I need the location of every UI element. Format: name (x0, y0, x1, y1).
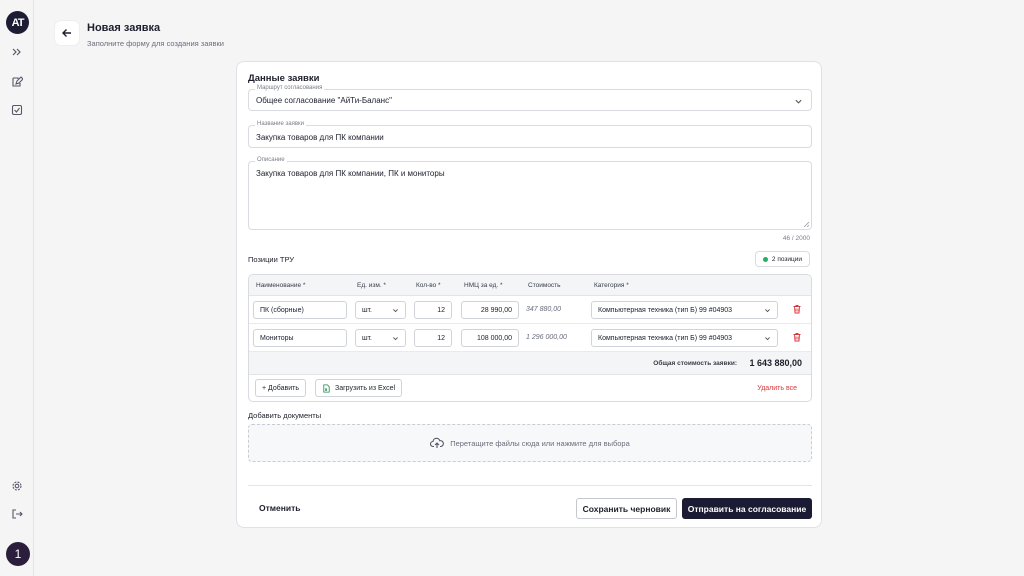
route-label: Маршрут согласования (255, 85, 325, 91)
route-select[interactable]: Маршрут согласования Общее согласование … (248, 85, 812, 111)
positions-count-badge: 2 позиции (754, 251, 810, 267)
col-cost: Стоимость (528, 282, 561, 289)
col-price: НМЦ за ед. * (464, 282, 503, 289)
position-name-input[interactable]: ПК (сборные) (253, 301, 347, 319)
route-value: Общее согласование "АйТи-Баланс" (256, 96, 392, 105)
positions-title: Позиции ТРУ (248, 255, 295, 264)
gear-icon[interactable] (9, 478, 25, 494)
cost-value: 347 880,00 (526, 306, 562, 313)
col-name: Наименование * (256, 282, 306, 289)
col-category: Категория * (594, 282, 629, 289)
category-select[interactable]: Компьютерная техника (тип Б) 99 #04903 (591, 301, 778, 319)
cancel-button[interactable]: Отменить (259, 503, 301, 513)
arrow-left-icon (62, 29, 71, 37)
back-button[interactable] (55, 21, 79, 45)
upload-excel-button[interactable]: Загрузить из Excel (315, 379, 403, 397)
quantity-input[interactable]: 12 (414, 329, 452, 347)
request-name-field[interactable]: Название заявки Закупка товаров для ПК к… (248, 121, 812, 148)
description-label: Описание (255, 157, 287, 163)
documents-title: Добавить документы (248, 411, 322, 420)
trash-icon[interactable] (792, 332, 802, 342)
price-input[interactable]: 108 000,00 (461, 329, 519, 347)
resize-handle[interactable] (803, 221, 809, 227)
chevrons-right-icon[interactable] (9, 44, 25, 60)
chevron-down-icon (765, 337, 770, 341)
table-row: ПК (сборные) шт. 12 28 990,00 347 880,00… (249, 296, 811, 324)
file-dropzone[interactable]: Перетащите файлы сюда или нажмите для вы… (248, 424, 812, 462)
add-position-button[interactable]: + Добавить (255, 379, 306, 397)
status-dot-icon (762, 256, 768, 262)
sidebar: AT 1 (0, 0, 34, 576)
unit-select[interactable]: шт. (355, 301, 406, 319)
description-field[interactable]: Описание Закупка товаров для ПК компании… (248, 157, 812, 230)
save-draft-button[interactable]: Сохранить черновик (576, 498, 677, 519)
edit-icon[interactable] (9, 74, 25, 90)
checkbox-icon[interactable] (9, 102, 25, 118)
quantity-input[interactable]: 12 (414, 301, 452, 319)
unit-value: шт. (362, 306, 372, 314)
avatar[interactable]: 1 (6, 542, 30, 566)
description-counter: 46 / 2000 (782, 235, 810, 242)
upload-excel-label: Загрузить из Excel (335, 384, 396, 392)
cost-value: 1 296 000,00 (526, 334, 567, 341)
total-label: Общая стоимость заявки: (653, 360, 737, 367)
chevron-down-icon (765, 309, 770, 313)
request-name-value: Закупка товаров для ПК компании (256, 133, 384, 142)
positions-table: Наименование * Ед. изм. * Кол-во * НМЦ з… (248, 274, 812, 402)
page-subtitle: Заполните форму для создания заявки (87, 39, 224, 48)
chevron-down-icon (795, 99, 802, 104)
total-row: Общая стоимость заявки: 1 643 880,00 (249, 352, 811, 375)
table-row: Мониторы шт. 12 108 000,00 1 296 000,00 … (249, 324, 811, 352)
upload-cloud-icon (430, 437, 445, 448)
table-header: Наименование * Ед. изм. * Кол-во * НМЦ з… (249, 275, 811, 296)
col-qty: Кол-во * (416, 282, 441, 289)
chevron-down-icon (393, 337, 398, 341)
description-value: Закупка товаров для ПК компании, ПК и мо… (256, 169, 445, 178)
category-value: Компьютерная техника (тип Б) 99 #04903 (598, 306, 733, 314)
position-name-input[interactable]: Мониторы (253, 329, 347, 347)
request-name-label: Название заявки (255, 121, 306, 127)
unit-select[interactable]: шт. (355, 329, 406, 347)
card-title: Данные заявки (248, 73, 320, 84)
logout-icon[interactable] (9, 506, 25, 522)
divider (248, 485, 812, 486)
app-logo[interactable]: AT (6, 11, 29, 34)
excel-file-icon (323, 383, 330, 393)
chevron-down-icon (393, 309, 398, 313)
price-input[interactable]: 28 990,00 (461, 301, 519, 319)
col-unit: Ед. изм. * (357, 282, 386, 289)
submit-approval-button[interactable]: Отправить на согласование (682, 498, 812, 519)
total-value: 1 643 880,00 (749, 358, 802, 368)
dropzone-text: Перетащите файлы сюда или нажмите для вы… (450, 438, 630, 448)
category-select[interactable]: Компьютерная техника (тип Б) 99 #04903 (591, 329, 778, 347)
category-value: Компьютерная техника (тип Б) 99 #04903 (598, 334, 733, 342)
add-position-label: + Добавить (262, 384, 299, 392)
unit-value: шт. (362, 334, 372, 342)
positions-count: 2 позиции (771, 255, 802, 263)
request-form-card: Данные заявки Маршрут согласования Общее… (236, 61, 822, 528)
trash-icon[interactable] (792, 304, 802, 314)
page-title: Новая заявка (87, 22, 161, 34)
delete-all-button[interactable]: Удалить все (757, 385, 797, 392)
